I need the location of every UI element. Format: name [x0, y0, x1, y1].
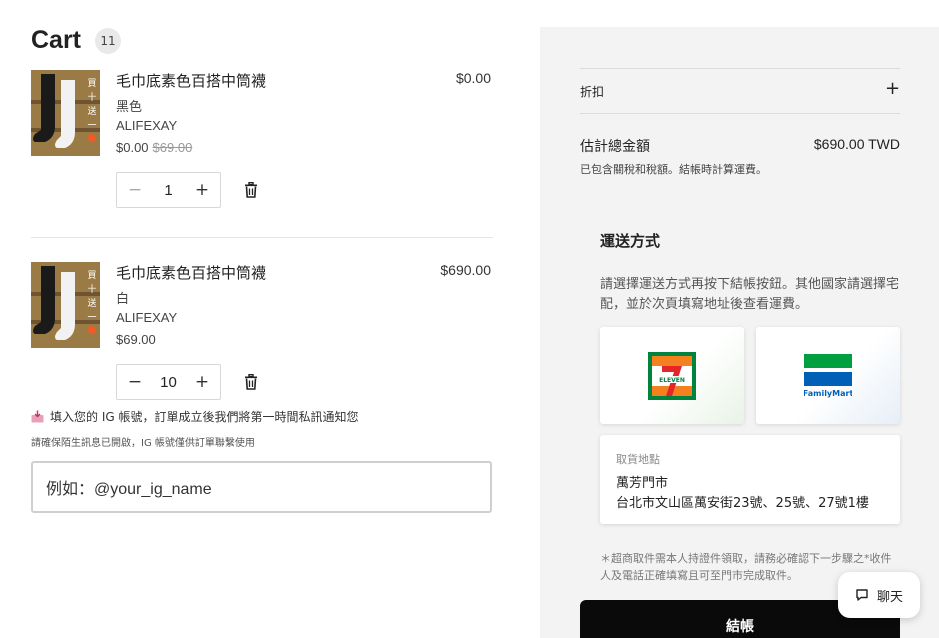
divider	[580, 113, 900, 114]
chat-button[interactable]: 聊天	[838, 572, 920, 618]
order-summary-panel: 折扣 + 估計總金額 $690.00 TWD 已包含關稅和稅額。結帳時計算運費。…	[540, 27, 939, 638]
estimated-total-value: $690.00 TWD	[813, 136, 900, 152]
quantity-value[interactable]: 10	[160, 374, 177, 391]
product-price: $0.00 $69.00	[116, 140, 192, 155]
seven-eleven-logo-text: ELEVEN	[659, 377, 685, 384]
svg-text:送: 送	[87, 105, 96, 117]
ig-sub-note: 請確保陌生訊息已開啟，IG 帳號僅供訂單聯繫使用	[31, 438, 255, 449]
cart-count-badge: 11	[95, 27, 122, 54]
tax-note: 已包含關稅和稅額。結帳時計算運費。	[580, 163, 767, 176]
estimated-total-label: 估計總金額	[580, 139, 650, 155]
product-vendor: ALIFEXAY	[116, 310, 178, 325]
shipping-description: 請選擇運送方式再按下結帳按鈕。其他國家請選擇宅配，並於次頁填寫地址後查看運費。	[600, 277, 900, 312]
thumbnail-promo-text-1: 買	[87, 78, 96, 89]
quantity-stepper: − 1 +	[116, 172, 221, 208]
cart-header: Cart 11	[31, 26, 122, 55]
svg-text:十: 十	[87, 283, 96, 295]
ig-account-input[interactable]: 例如：@your_ig_name	[31, 461, 492, 513]
product-variant: 白	[116, 292, 130, 307]
seven-eleven-option[interactable]: ELEVEN	[600, 327, 744, 424]
familymart-option[interactable]: FamilyMart	[756, 327, 900, 424]
trash-icon[interactable]	[244, 374, 258, 390]
divider	[580, 68, 900, 69]
product-price: $69.00	[116, 332, 156, 347]
cart-panel: Cart 11 買 十 送 一 毛巾底素色百搭中筒襪 黑色 ALIFEXAY $…	[0, 0, 540, 638]
decrease-quantity-button[interactable]: −	[127, 372, 143, 392]
familymart-logo-icon: FamilyMart	[804, 353, 852, 398]
pickup-store-address: 台北市文山區萬安街23號、25號、27號1樓	[616, 496, 869, 511]
svg-text:送: 送	[87, 297, 96, 309]
discount-label[interactable]: 折扣	[580, 83, 604, 100]
product-vendor: ALIFEXAY	[116, 118, 178, 133]
increase-quantity-button[interactable]: +	[194, 372, 210, 392]
pickup-label: 取貨地點	[616, 453, 660, 466]
svg-text:一: 一	[87, 121, 96, 131]
product-name[interactable]: 毛巾底素色百搭中筒襪	[116, 70, 266, 91]
current-price: $69.00	[116, 332, 156, 347]
ig-note-text: 填入您的 IG 帳號，訂單成立後我們將第一時間私訊通知您	[50, 410, 359, 424]
increase-quantity-button[interactable]: +	[194, 180, 210, 200]
product-variant: 黑色	[116, 100, 143, 115]
pickup-location-card[interactable]: 取貨地點 萬芳門市 台北市文山區萬安街23號、25號、27號1樓	[600, 435, 900, 524]
pickup-store-name: 萬芳門市	[616, 476, 669, 491]
expand-discount-icon[interactable]: +	[885, 80, 900, 98]
product-name[interactable]: 毛巾底素色百搭中筒襪	[116, 262, 266, 283]
current-price: $0.00	[116, 140, 149, 155]
seven-eleven-logo-icon: ELEVEN	[648, 351, 696, 400]
cart-title: Cart	[31, 26, 82, 54]
ig-note: 填入您的 IG 帳號，訂單成立後我們將第一時間私訊通知您	[31, 408, 358, 425]
product-thumbnail[interactable]: 買 十 送 一	[31, 262, 100, 348]
line-total: $0.00	[455, 70, 491, 86]
familymart-logo-text: FamilyMart	[804, 389, 852, 398]
quantity-stepper: − 10 +	[116, 364, 221, 400]
trash-icon[interactable]	[244, 182, 258, 198]
inbox-icon	[31, 410, 44, 423]
chat-label: 聊天	[876, 589, 903, 605]
shipping-title: 運送方式	[600, 232, 661, 250]
decrease-quantity-button[interactable]: −	[127, 180, 143, 200]
chat-bubble-icon	[856, 589, 868, 601]
svg-text:十: 十	[87, 91, 96, 103]
compare-price: $69.00	[152, 140, 193, 155]
item-divider	[31, 237, 493, 238]
line-total: $690.00	[440, 262, 491, 278]
quantity-value[interactable]: 1	[164, 182, 172, 199]
svg-text:買: 買	[87, 270, 96, 281]
product-thumbnail[interactable]: 買 十 送 一	[31, 70, 100, 156]
svg-text:一: 一	[87, 313, 96, 323]
